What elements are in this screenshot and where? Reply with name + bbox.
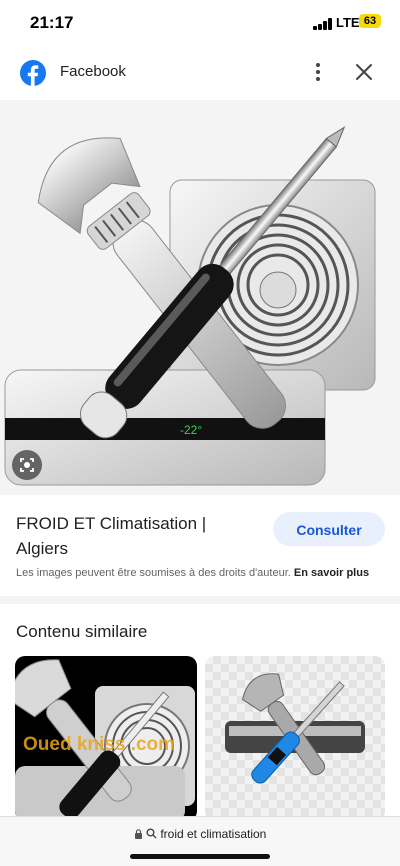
- copyright-text: Les images peuvent être soumises à des d…: [16, 567, 291, 579]
- url-display[interactable]: froid et climatisation: [0, 827, 400, 841]
- clock: 21:17: [30, 13, 74, 32]
- close-icon[interactable]: [352, 60, 376, 84]
- search-query-text: froid et climatisation: [160, 827, 267, 841]
- section-divider: [0, 596, 400, 604]
- lens-search-icon[interactable]: [12, 450, 42, 480]
- search-icon: [146, 828, 157, 839]
- result-title[interactable]: FROID ET Climatisation | Algiers: [16, 511, 256, 561]
- learn-more-link[interactable]: En savoir plus: [294, 567, 369, 579]
- lock-icon: [134, 829, 142, 839]
- facebook-logo-icon: [20, 60, 46, 86]
- browser-url-bar[interactable]: froid et climatisation: [0, 816, 400, 866]
- similar-image-card-2[interactable]: [205, 656, 385, 821]
- viewer-header: Facebook: [0, 48, 400, 100]
- home-indicator[interactable]: [130, 854, 270, 859]
- similar-image-card-1[interactable]: Oued kniss .com: [15, 656, 197, 821]
- source-site-name[interactable]: Facebook: [60, 63, 126, 80]
- more-options-icon[interactable]: [306, 60, 330, 84]
- similar-content-heading: Contenu similaire: [16, 622, 148, 641]
- result-image[interactable]: -22°: [0, 100, 400, 495]
- signal-icon: [313, 18, 335, 30]
- visit-button[interactable]: Consulter: [273, 512, 385, 546]
- network-label: LTE: [336, 15, 360, 30]
- battery-icon: 63: [359, 14, 381, 28]
- status-bar: 21:17 LTE 63: [0, 0, 400, 48]
- ac-display-text: -22°: [180, 423, 202, 437]
- copyright-notice: Les images peuvent être soumises à des d…: [16, 567, 369, 579]
- watermark-text: Oued kniss .com: [23, 734, 175, 755]
